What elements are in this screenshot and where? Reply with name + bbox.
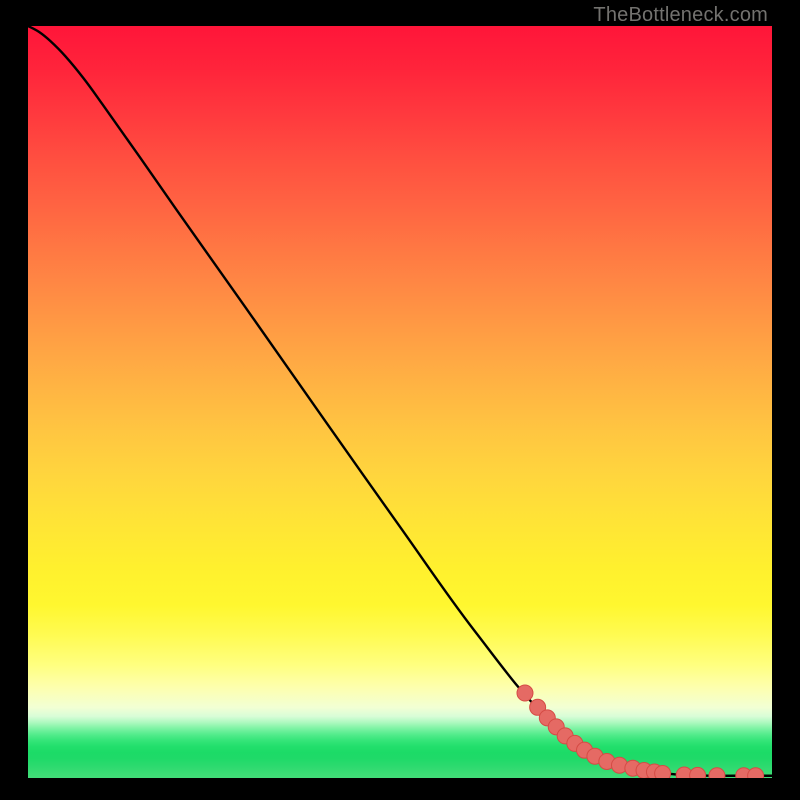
data-marker xyxy=(517,685,533,701)
data-marker xyxy=(709,768,725,778)
data-marker xyxy=(690,767,706,778)
chart-plot xyxy=(28,26,772,778)
attribution-text: TheBottleneck.com xyxy=(593,4,768,27)
data-marker xyxy=(655,765,671,778)
chart-frame xyxy=(28,26,772,778)
markers-group xyxy=(517,685,764,778)
curve-line xyxy=(28,26,772,776)
data-marker xyxy=(748,768,764,778)
